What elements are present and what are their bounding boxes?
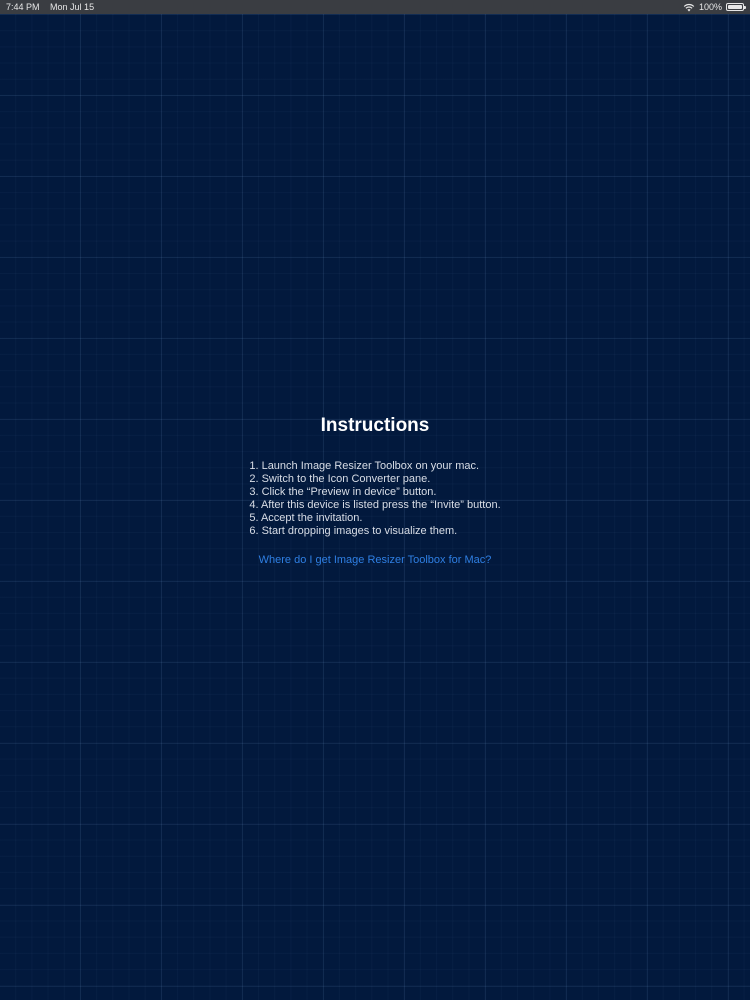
status-left: 7:44 PM Mon Jul 15 (6, 0, 102, 14)
wifi-icon (683, 3, 695, 11)
instruction-step: 2. Switch to the Icon Converter pane. (249, 473, 431, 485)
status-right: 100% (683, 0, 746, 14)
app-screen: 7:44 PM Mon Jul 15 100% Instructions 1. … (0, 0, 750, 1000)
instruction-step: 5. Accept the invitation. (249, 512, 363, 524)
status-date: Mon Jul 15 (50, 2, 95, 12)
status-time: 7:44 PM (6, 2, 40, 12)
instruction-step: 3. Click the “Preview in device” button. (249, 486, 437, 498)
instructions-panel: Instructions 1. Launch Image Resizer Too… (0, 414, 750, 567)
instructions-title: Instructions (320, 415, 430, 436)
status-bar: 7:44 PM Mon Jul 15 100% (0, 0, 750, 14)
battery-icon (726, 3, 746, 11)
instructions-steps: 1. Launch Image Resizer Toolbox on your … (249, 460, 500, 538)
instruction-step: 1. Launch Image Resizer Toolbox on your … (249, 460, 480, 472)
instruction-step: 6. Start dropping images to visualize th… (249, 525, 458, 537)
battery-percent: 100% (698, 2, 722, 12)
battery-level-fill (728, 5, 742, 9)
get-app-link[interactable]: Where do I get Image Resizer Toolbox for… (0, 553, 750, 567)
instruction-step: 4. After this device is listed press the… (249, 499, 501, 511)
